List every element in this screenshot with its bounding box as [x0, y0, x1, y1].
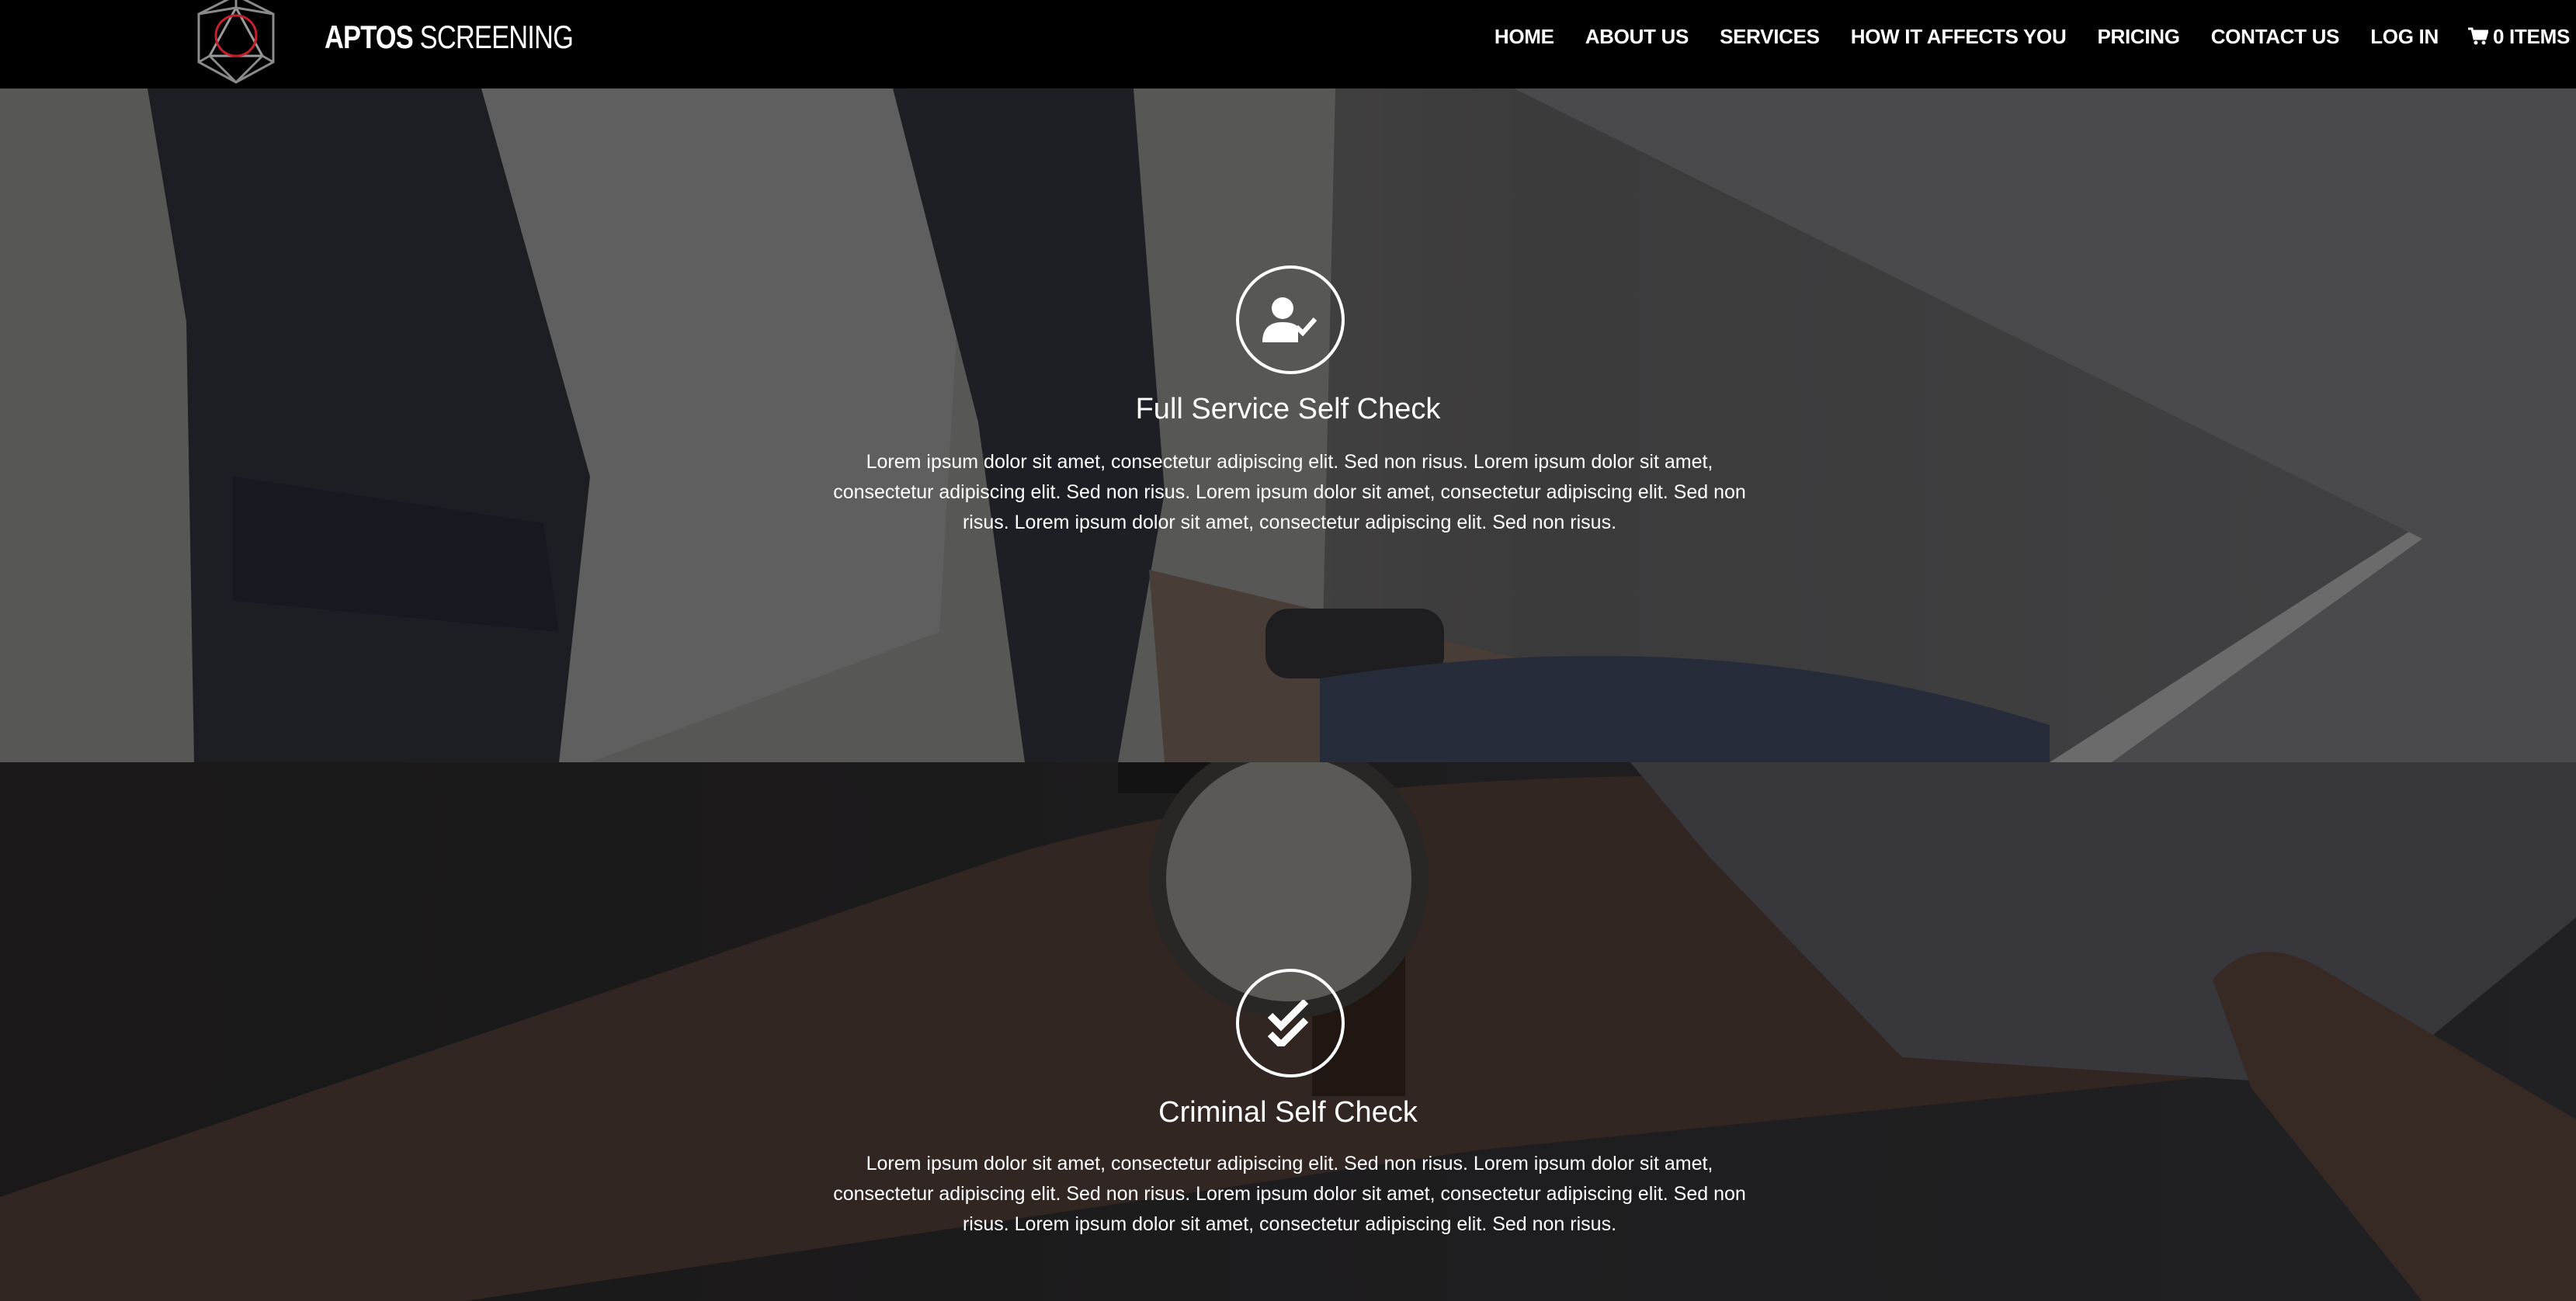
cart-icon [2467, 27, 2488, 45]
nav-log-in[interactable]: LOG IN [2370, 25, 2439, 49]
brand-bold: APTOS [325, 19, 414, 55]
feature-title: Criminal Self Check [1158, 1096, 1418, 1129]
nav-home[interactable]: HOME [1495, 25, 1554, 49]
feature-icon-circle [1236, 265, 1345, 374]
user-check-icon [1262, 297, 1318, 342]
site-header: APTOS SCREENING HOME ABOUT US SERVICES H… [0, 0, 2576, 88]
nav-services[interactable]: SERVICES [1720, 25, 1820, 49]
nav-how-it-affects-you[interactable]: HOW IT AFFECTS YOU [1851, 25, 2067, 49]
nav-about-us[interactable]: ABOUT US [1585, 25, 1689, 49]
logo-icon[interactable] [191, 0, 281, 87]
main-nav: HOME ABOUT US SERVICES HOW IT AFFECTS YO… [1495, 0, 2576, 73]
double-check-icon [1267, 1000, 1309, 1046]
cart-link[interactable]: 0 ITEMS [2467, 24, 2570, 49]
feature-description: Lorem ipsum dolor sit amet, consectetur … [833, 451, 1746, 533]
brand-name[interactable]: APTOS SCREENING [325, 16, 574, 59]
brand-light: SCREENING [412, 19, 574, 55]
nav-contact-us[interactable]: CONTACT US [2211, 25, 2340, 49]
feature-section-criminal: Criminal Self Check Lorem ipsum dolor si… [0, 762, 2576, 1301]
feature-title: Full Service Self Check [1135, 393, 1441, 425]
feature-description: Lorem ipsum dolor sit amet, consectetur … [833, 1153, 1746, 1235]
nav-pricing[interactable]: PRICING [2097, 25, 2180, 49]
cart-count-label: 0 ITEMS [2492, 24, 2570, 48]
feature-icon-circle [1236, 969, 1345, 1077]
feature-section-full-service: Full Service Self Check Lorem ipsum dolo… [0, 88, 2576, 762]
